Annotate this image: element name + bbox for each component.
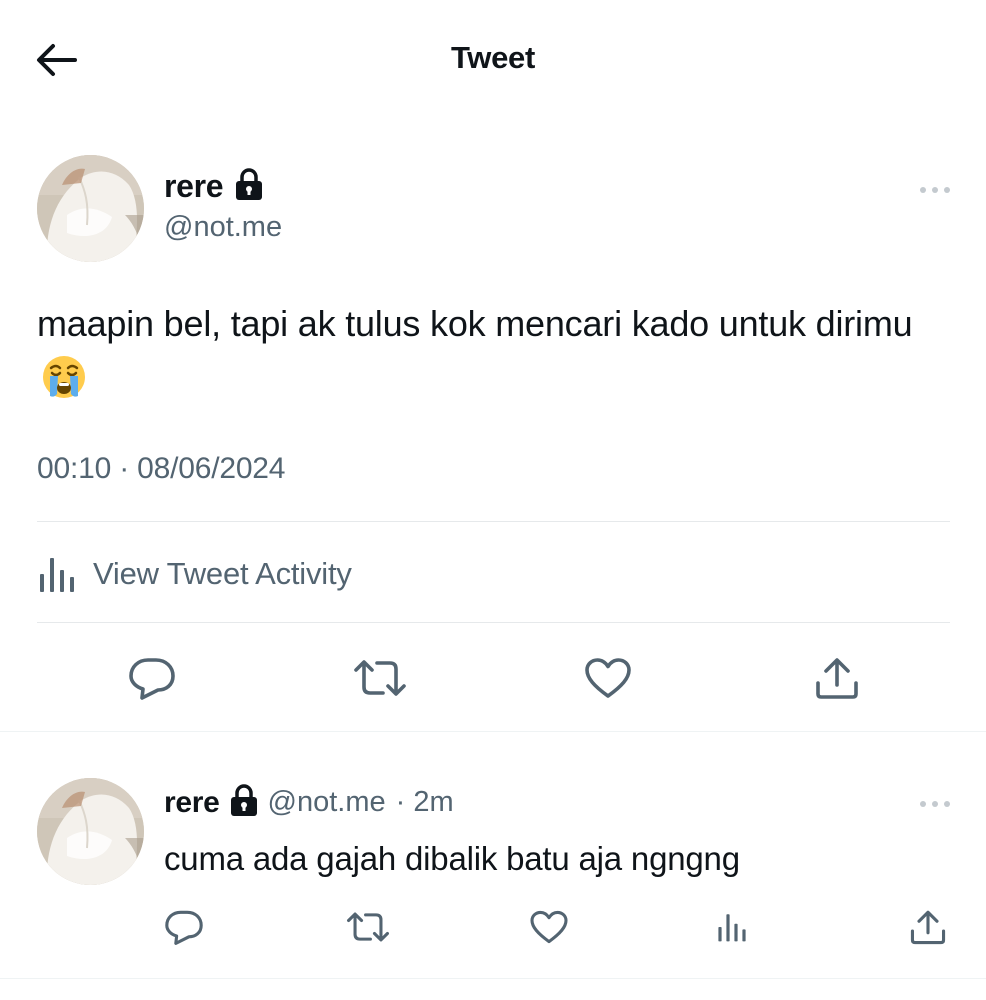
analytics-icon	[40, 558, 74, 592]
author-row: rere	[164, 168, 263, 205]
reply-time[interactable]: · 2m	[396, 786, 454, 819]
more-horizontal-icon	[920, 801, 950, 807]
reply-icon	[165, 910, 203, 945]
view-tweet-activity-button[interactable]: View Tweet Activity	[37, 545, 352, 603]
lock-icon	[230, 784, 258, 821]
retweet-button[interactable]	[352, 655, 408, 701]
like-button[interactable]	[581, 655, 635, 701]
reply-avatar[interactable]	[37, 778, 144, 885]
loudly-crying-face-icon	[41, 354, 87, 416]
heart-icon	[585, 658, 631, 698]
reply-display-name[interactable]: rere	[164, 786, 220, 820]
header: Tweet	[0, 0, 986, 120]
tweet-text: maapin bel, tapi ak tulus kok mencari ka…	[37, 296, 957, 416]
reply-button[interactable]	[125, 655, 179, 701]
divider	[0, 731, 986, 732]
reply-handle[interactable]: @not.me	[268, 786, 386, 819]
reply-text: cuma ada gajah dibalik batu aja ngngng	[164, 840, 740, 877]
retweet-icon	[347, 912, 389, 942]
analytics-icon	[718, 914, 746, 942]
divider	[37, 622, 950, 623]
share-button[interactable]	[810, 655, 864, 701]
display-name[interactable]: rere	[164, 168, 224, 205]
reply-author-row: rere @not.me · 2m	[164, 784, 454, 821]
divider	[37, 521, 950, 522]
page-title: Tweet	[450, 40, 536, 75]
view-tweet-activity-label: View Tweet Activity	[93, 556, 352, 591]
reply-icon	[129, 658, 175, 700]
share-icon	[816, 658, 858, 699]
retweet-icon	[354, 660, 406, 696]
divider	[0, 978, 986, 979]
reply-reply-button[interactable]	[162, 907, 206, 947]
avatar[interactable]	[37, 155, 144, 262]
lock-icon	[235, 168, 263, 205]
more-button[interactable]	[915, 180, 955, 200]
reply-retweet-button[interactable]	[344, 907, 392, 947]
heart-icon	[530, 910, 568, 944]
share-icon	[910, 910, 946, 945]
handle[interactable]: @not.me	[164, 211, 282, 244]
more-horizontal-icon	[920, 187, 950, 193]
reply-share-button[interactable]	[906, 907, 950, 947]
reply-analytics-button[interactable]	[712, 907, 752, 947]
tweet-timestamp[interactable]: 00:10 · 08/06/2024	[37, 452, 285, 486]
reply-like-button[interactable]	[527, 907, 571, 947]
reply-more-button[interactable]	[915, 794, 955, 814]
